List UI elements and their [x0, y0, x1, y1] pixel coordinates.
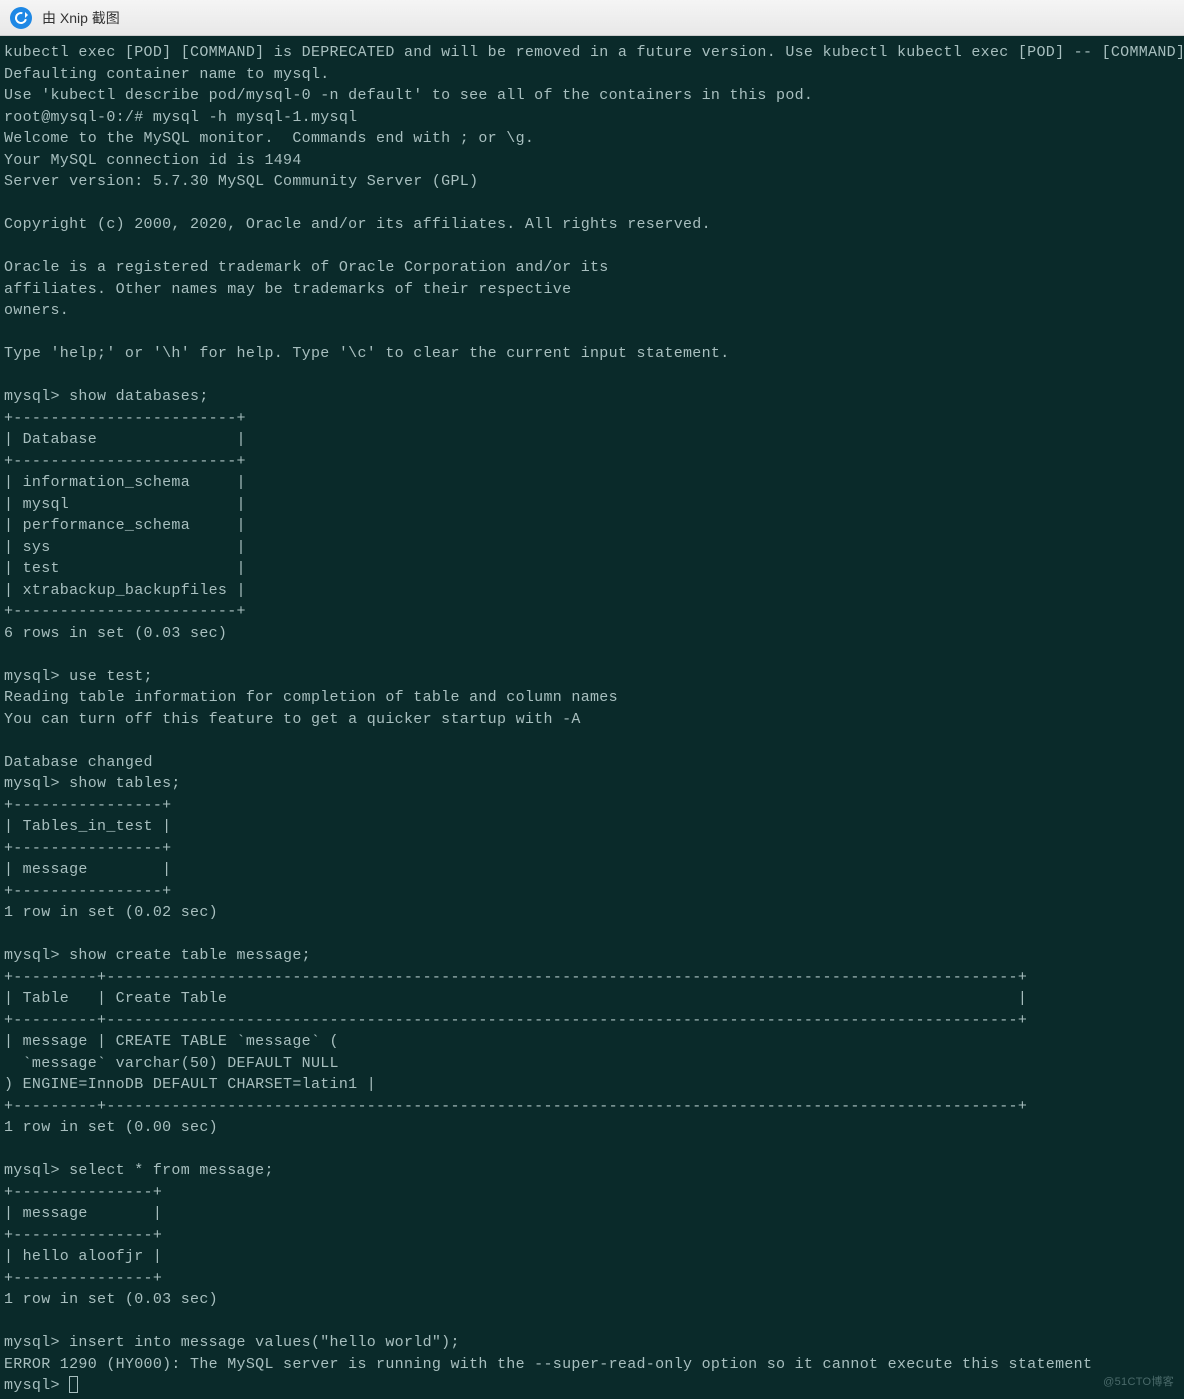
terminal-cursor	[69, 1376, 78, 1393]
xnip-app-icon	[10, 7, 32, 29]
terminal-area[interactable]: kubectl exec [POD] [COMMAND] is DEPRECAT…	[0, 36, 1184, 1399]
watermark-text: @51CTO博客	[1103, 1372, 1174, 1394]
terminal-output: kubectl exec [POD] [COMMAND] is DEPRECAT…	[4, 44, 1184, 1373]
window-title: 由 Xnip 截图	[42, 8, 120, 28]
terminal-prompt: mysql>	[4, 1377, 69, 1394]
window-titlebar: 由 Xnip 截图	[0, 0, 1184, 36]
